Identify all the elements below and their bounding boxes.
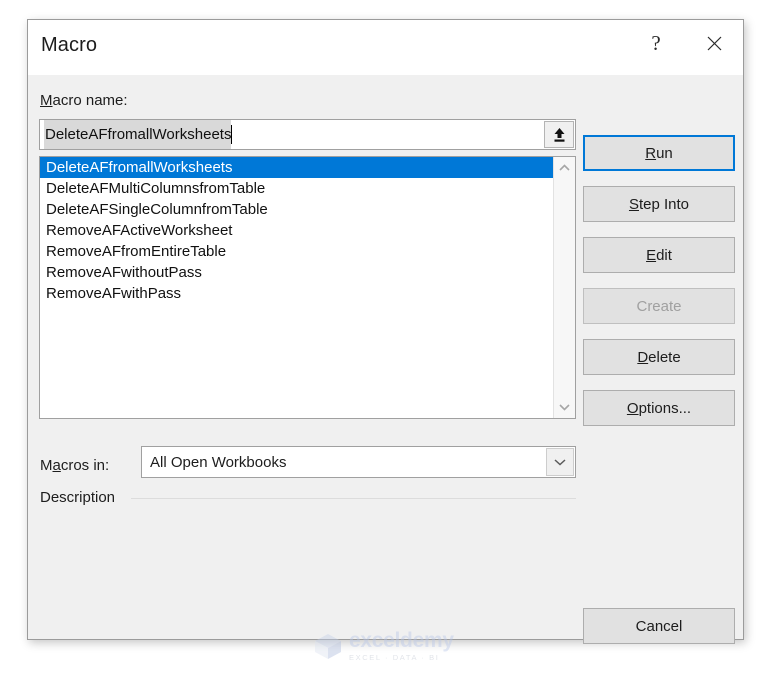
scroll-down-button[interactable] (554, 396, 576, 418)
list-item[interactable]: DeleteAFSingleColumnfromTable (40, 199, 553, 220)
macro-dialog: Macro ? Macro name: DeleteAFfromallWorks… (27, 19, 744, 644)
step-into-button-label: tep Into (638, 195, 690, 213)
step-into-button-accel: S (628, 195, 639, 213)
delete-button-accel: D (637, 348, 649, 366)
titlebar-buttons: ? (627, 20, 743, 75)
chevron-down-icon (554, 459, 566, 466)
dialog-title: Macro (41, 34, 98, 56)
cancel-button[interactable]: Cancel (583, 608, 735, 644)
description-label: Description (40, 489, 116, 506)
text-caret (231, 125, 233, 144)
macro-name-label: Macro name: (40, 92, 128, 109)
macros-in-label: Macros in: (40, 457, 109, 474)
macros-in-label-accel: a (52, 457, 61, 474)
macros-in-dropdown-button[interactable] (546, 448, 574, 476)
scroll-up-button[interactable] (554, 157, 576, 179)
list-item[interactable]: DeleteAFMultiColumnsfromTable (40, 178, 553, 199)
list-item[interactable]: RemoveAFwithoutPass (40, 262, 553, 283)
delete-button[interactable]: Delete (583, 339, 735, 375)
list-item[interactable]: RemoveAFActiveWorksheet (40, 220, 553, 241)
chevron-down-icon (559, 404, 570, 411)
macros-in-select[interactable]: All Open Workbooks (141, 446, 576, 478)
help-button[interactable]: ? (627, 20, 685, 66)
edit-button-accel: E (646, 246, 657, 264)
run-button-label: un (656, 144, 673, 162)
macros-in-label-rest: cros in: (60, 457, 110, 474)
options-button[interactable]: Options... (583, 390, 735, 426)
list-item[interactable]: RemoveAFfromEntireTable (40, 241, 553, 262)
step-into-button[interactable]: Step Into (583, 186, 735, 222)
close-button[interactable] (685, 20, 743, 66)
description-separator (131, 498, 576, 499)
macro-name-label-accel: M (40, 92, 53, 109)
question-mark-icon: ? (651, 30, 661, 55)
dialog-titlebar: Macro ? (28, 20, 743, 75)
chevron-up-icon (559, 164, 570, 171)
close-icon (707, 36, 721, 50)
macro-name-value: DeleteAFfromallWorksheets (44, 120, 232, 149)
options-button-label: ptions... (638, 399, 692, 417)
options-button-accel: O (626, 399, 639, 417)
create-button: Create (583, 288, 735, 324)
edit-button-label: dit (656, 246, 672, 264)
dialog-body: Macro name: DeleteAFfromallWorksheets De… (28, 75, 743, 644)
run-button-accel: R (645, 144, 657, 162)
macro-listbox[interactable]: DeleteAFfromallWorksheets DeleteAFMultiC… (39, 156, 576, 419)
list-item[interactable]: DeleteAFfromallWorksheets (40, 157, 553, 178)
macro-name-input[interactable]: DeleteAFfromallWorksheets (40, 120, 543, 149)
macro-name-input-wrap[interactable]: DeleteAFfromallWorksheets (39, 119, 576, 150)
listbox-scrollbar[interactable] (553, 157, 575, 418)
macro-name-label-rest: acro name: (52, 92, 128, 109)
upload-button[interactable] (544, 121, 574, 148)
list-item[interactable]: RemoveAFwithPass (40, 283, 553, 304)
upload-arrow-icon (554, 127, 564, 142)
macro-list-items: DeleteAFfromallWorksheets DeleteAFMultiC… (40, 157, 553, 418)
run-button[interactable]: Run (583, 135, 735, 171)
watermark-tagline: EXCEL · DATA · BI (349, 652, 440, 662)
macros-in-value: All Open Workbooks (150, 453, 287, 471)
macros-in-label-prefix: M (40, 457, 53, 474)
delete-button-label: elete (648, 348, 681, 366)
edit-button[interactable]: Edit (583, 237, 735, 273)
